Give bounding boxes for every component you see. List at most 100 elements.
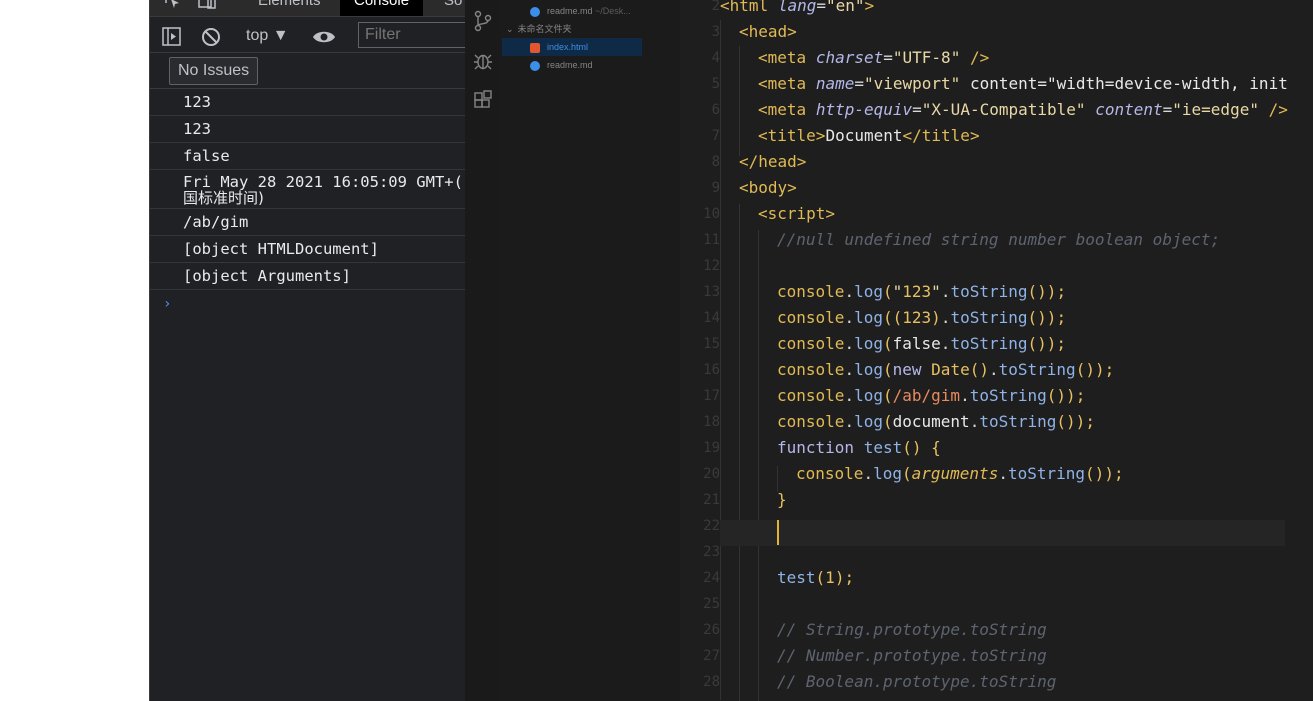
issues-bar: No Issues [150,54,466,89]
line-number: 15 [703,336,720,352]
console-message: /ab/gim [150,209,466,236]
explorer-folder-label: 未命名文件夹 [517,24,572,34]
line-number: 25 [703,596,720,612]
explorer-item-readme[interactable]: readme.md [530,56,593,74]
html-file-icon [530,42,540,53]
code-line: console.log(false.toString()); [777,334,1067,353]
indent-guide [720,20,721,700]
line-number: 18 [703,414,720,430]
code-line: <head> [739,22,797,41]
console-message: 123 [150,89,466,116]
line-number: 19 [703,440,720,456]
console-prompt[interactable]: › [163,296,171,312]
info-icon [530,6,540,17]
line-number: 10 [703,206,720,222]
console-message-text: [object HTMLDocument] [183,240,379,258]
code-line: <html lang="en"> [720,0,875,15]
context-selector[interactable]: top ▼ [246,24,289,48]
code-line: </head> [739,152,807,171]
code-line: console.log(new Date().toString()); [777,360,1115,379]
code-line: console.log(/ab/gim.toString()); [777,386,1086,405]
indent-guide [739,46,740,156]
line-number: 2 [711,0,720,14]
current-line-highlight [720,520,1285,546]
inspect-icon[interactable] [164,0,182,16]
indent-guide [739,204,740,701]
code-line: console.log("123".toString()); [777,282,1067,301]
code-line: // Boolean.prototype.toString [777,672,1057,691]
tab-sources[interactable]: So [444,0,462,16]
console-message: Fri May 28 2021 16:05:09 GMT+(国标准时间) [150,170,466,209]
console-message-text: 123 [183,120,211,138]
code-line: // Number.prototype.toString [777,646,1047,665]
console-messages: 123 123 false Fri May 28 2021 16:05:09 G… [150,89,466,290]
code-line: <meta name="viewport" content="width=dev… [758,74,1288,93]
code-line: // String.prototype.toString [777,620,1047,639]
line-number: 22 [703,518,720,534]
explorer-folder[interactable]: ⌄ 未命名文件夹 [506,20,572,38]
devtools-tab-bar: Elements Console So [150,0,466,17]
line-number: 24 [703,570,720,586]
code-area[interactable]: 2 3 4 5 6 7 8 9 10 11 12 13 14 15 16 17 18 19 20 21 22 23 24 25… [680,0,1313,701]
extensions-icon[interactable] [473,90,493,110]
explorer-item-path: ~/Desk... [595,6,631,16]
code-line: test(1); [777,568,855,587]
sidebar-toggle-icon[interactable] [161,24,183,48]
indent-guide [758,230,759,701]
console-message: [object Arguments] [150,263,466,290]
line-number: 27 [703,648,720,664]
code-line: function test() { [777,438,941,457]
console-message: 123 [150,116,466,143]
console-message-text: false [183,147,230,165]
line-number: 4 [711,50,720,66]
console-message-text: /ab/gim [183,213,249,231]
debug-icon[interactable] [473,50,493,70]
text-cursor [777,520,779,545]
code-line: console.log((123).toString()); [777,308,1067,327]
clear-console-icon[interactable] [200,24,222,48]
line-number: 11 [703,232,720,248]
explorer-item-readme[interactable]: readme.md ~/Desk... [530,2,631,20]
console-toolbar: top ▼ [150,20,466,53]
explorer-item-label: index.html [547,42,589,52]
console-message-text: 123 [183,93,211,111]
source-control-icon[interactable] [473,10,493,32]
console-filter-input[interactable] [358,22,466,48]
line-number: 13 [703,284,720,300]
device-toggle-icon[interactable] [198,0,218,16]
issues-button[interactable]: No Issues [169,57,259,85]
explorer-item-label: readme.md [547,60,593,70]
line-number: 12 [703,258,720,274]
live-expression-icon[interactable] [312,24,336,48]
info-icon [530,60,540,71]
file-explorer: readme.md ~/Desk... ⌄ 未命名文件夹 index.html r… [500,0,680,701]
line-number: 14 [703,310,720,326]
console-message: [object HTMLDocument] [150,236,466,263]
console-message: false [150,143,466,170]
line-number: 20 [703,466,720,482]
line-number: 26 [703,622,720,638]
code-line: console.log(arguments.toString()); [796,464,1124,483]
code-line: <script> [758,204,836,223]
explorer-item-label: readme.md [547,6,593,16]
console-message-text: [object Arguments] [183,267,351,285]
tab-console[interactable]: Console [340,0,424,16]
line-number: 8 [711,154,720,170]
line-number: 21 [703,492,720,508]
code-line: <body> [739,178,797,197]
explorer-item-index-html[interactable]: index.html [502,38,642,56]
line-number: 9 [711,180,720,196]
console-message-continuation: 国标准时间) [183,189,264,207]
line-number: 23 [703,544,720,560]
code-line: console.log(document.toString()); [777,412,1095,431]
activity-bar [465,0,500,701]
line-number: 7 [711,128,720,144]
code-editor-window: readme.md ~/Desk... ⌄ 未命名文件夹 index.html r… [465,0,1313,701]
line-number: 3 [711,24,720,40]
line-number: 28 [703,674,720,690]
code-line: <meta charset="UTF-8" /> [758,48,990,67]
tab-elements[interactable]: Elements [258,0,321,16]
code-line: } [777,490,787,509]
line-number: 16 [703,362,720,378]
devtools-panel: Elements Console So top ▼ No Issues 123 … [149,0,466,701]
